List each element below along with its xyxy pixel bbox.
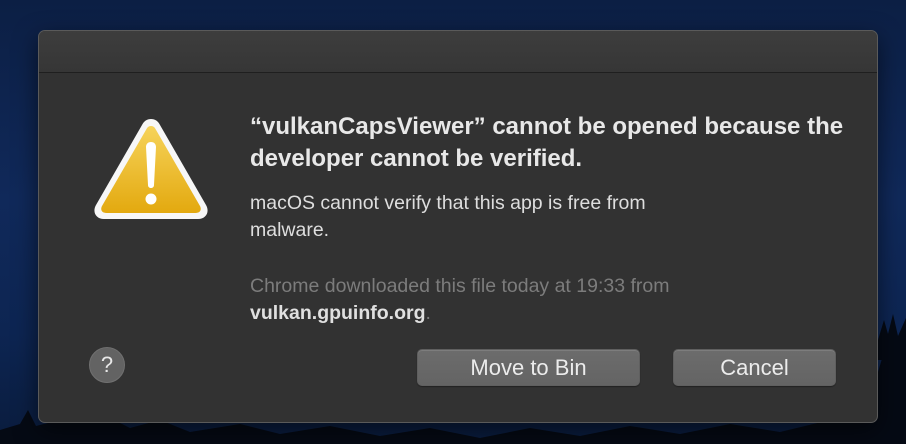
cancel-button[interactable]: Cancel (673, 349, 836, 386)
help-button[interactable]: ? (89, 347, 125, 383)
download-source-suffix: . (425, 302, 431, 324)
unverified-developer-dialog: “vulkanCapsViewer” cannot be opened beca… (38, 30, 878, 423)
dialog-titlebar (39, 31, 877, 73)
download-source-text: Chrome downloaded this file today at 19:… (250, 273, 830, 327)
download-source-host: vulkan.gpuinfo.org (250, 302, 426, 324)
dialog-message: macOS cannot verify that this app is fre… (250, 192, 646, 241)
move-to-bin-button[interactable]: Move to Bin (417, 349, 640, 386)
dialog-headline: “vulkanCapsViewer” cannot be opened beca… (250, 113, 844, 172)
download-source-label: Chrome downloaded this file today at 19:… (250, 275, 670, 297)
help-icon: ? (100, 352, 114, 377)
warning-triangle-icon (94, 119, 208, 219)
